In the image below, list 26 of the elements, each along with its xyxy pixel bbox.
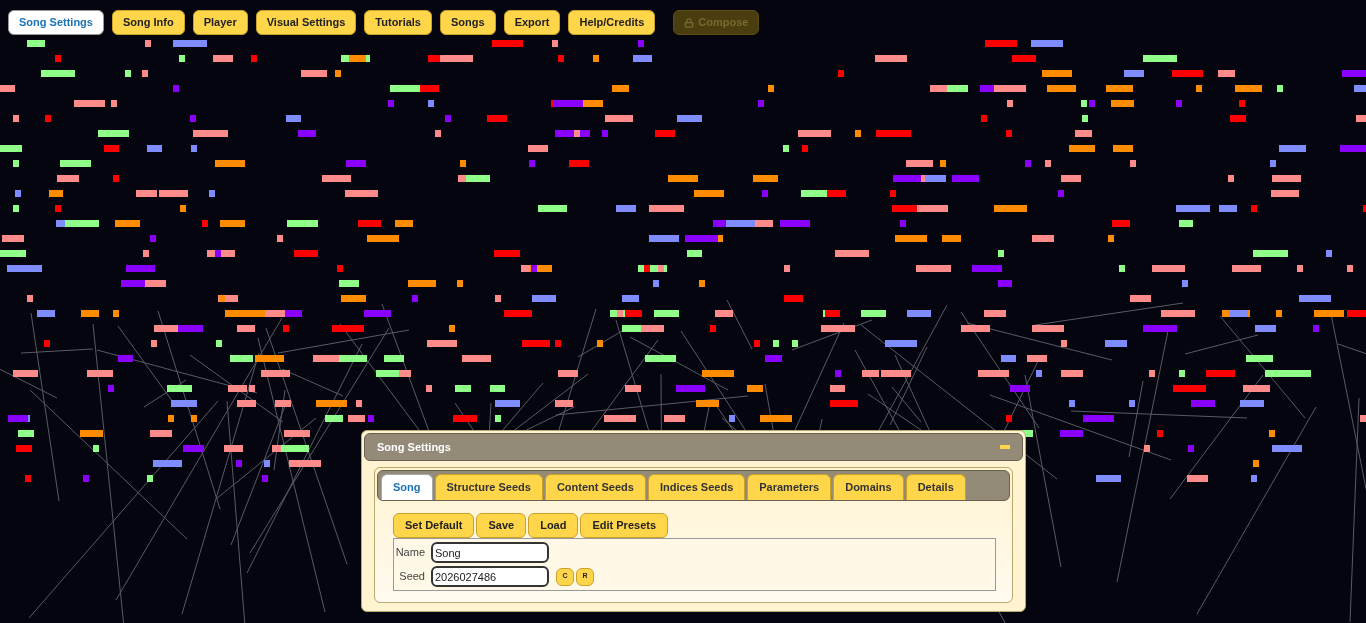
- nav-button[interactable]: Song Settings: [8, 10, 104, 35]
- tab[interactable]: Domains: [833, 474, 904, 500]
- tab[interactable]: Details: [905, 474, 966, 500]
- field-label: Name: [395, 545, 426, 561]
- dialog-title: Song Settings: [377, 439, 451, 455]
- nav-button[interactable]: Tutorials: [364, 10, 432, 35]
- minimize-button[interactable]: [1000, 445, 1010, 449]
- nav-button[interactable]: Player: [192, 10, 248, 35]
- tab[interactable]: Indices Seeds: [647, 474, 746, 500]
- text-field[interactable]: Song: [431, 542, 549, 563]
- tab[interactable]: Song: [381, 474, 433, 500]
- action-button[interactable]: Edit Presets: [580, 513, 669, 538]
- action-button[interactable]: Save: [476, 513, 527, 538]
- text-field[interactable]: 2026027486: [431, 566, 549, 587]
- nav-button[interactable]: Help/Credits: [568, 10, 656, 35]
- action-button[interactable]: Load: [528, 513, 579, 538]
- nav-button[interactable]: Export: [503, 10, 561, 35]
- field-label: Seed: [398, 569, 426, 585]
- nav-button[interactable]: Songs: [440, 10, 496, 35]
- action-button[interactable]: Set Default: [393, 513, 475, 538]
- nav-button[interactable]: Song Info: [111, 10, 185, 35]
- lock-icon: [684, 17, 695, 28]
- nav-button[interactable]: Visual Settings: [255, 10, 357, 35]
- tab[interactable]: Content Seeds: [544, 474, 646, 500]
- tab[interactable]: Parameters: [747, 474, 832, 500]
- tab[interactable]: Structure Seeds: [434, 474, 543, 500]
